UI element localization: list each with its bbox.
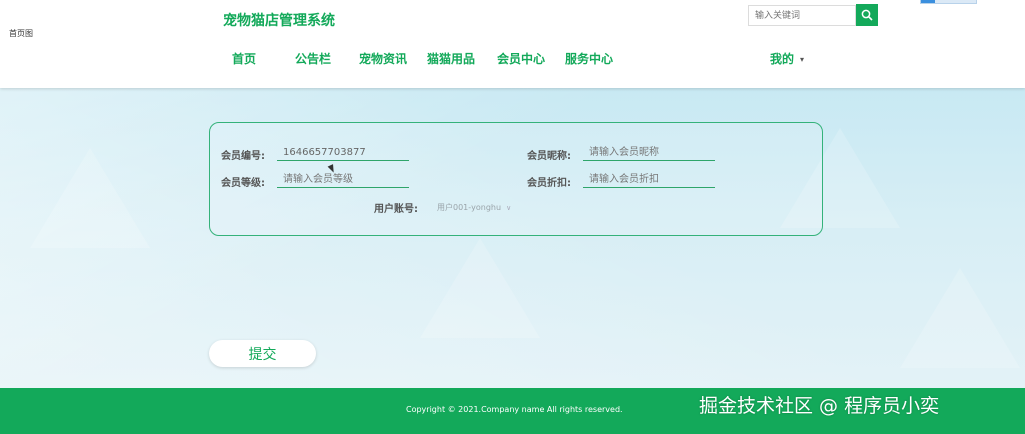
user-account-label: 用户账号: <box>374 204 418 215</box>
tab-highlight <box>921 0 935 3</box>
main-content: 会员编号: 会员昵称: 会员等级: 会员折扣: 用户账号: 用户001-yong… <box>0 88 1025 388</box>
member-level-field[interactable] <box>277 172 409 188</box>
footer: Copyright © 2021.Company name All rights… <box>0 388 1025 434</box>
my-menu[interactable]: 我的 ▾ <box>770 50 804 67</box>
site-title: 宠物猫店管理系统 <box>223 13 335 29</box>
search-button[interactable] <box>856 4 878 26</box>
nav-member-center[interactable]: 会员中心 <box>497 50 545 67</box>
member-discount-field[interactable] <box>583 172 715 188</box>
user-account-select[interactable]: 用户001-yonghu ∨ <box>437 202 511 213</box>
member-discount-label: 会员折扣: <box>527 178 571 189</box>
search-input[interactable] <box>748 5 856 26</box>
background-decoration <box>30 148 150 248</box>
member-form: 会员编号: 会员昵称: 会员等级: 会员折扣: 用户账号: 用户001-yong… <box>209 122 823 236</box>
submit-button[interactable]: 提交 <box>209 340 316 367</box>
member-no-label: 会员编号: <box>221 151 265 162</box>
header: 首页图 宠物猫店管理系统 首页 公告栏 宠物资讯 猫猫用品 会员中心 服务中心 … <box>0 0 1025 88</box>
top-right-tab[interactable] <box>920 0 977 4</box>
chevron-down-icon: ∨ <box>506 204 512 212</box>
logo-image: 首页图 <box>9 29 33 38</box>
copyright-text: Copyright © 2021.Company name All rights… <box>406 405 623 414</box>
background-decoration <box>420 238 540 338</box>
nav-cat-supplies[interactable]: 猫猫用品 <box>427 50 475 67</box>
background-decoration <box>900 268 1020 368</box>
member-nick-label: 会员昵称: <box>527 151 571 162</box>
nav-pet-news[interactable]: 宠物资讯 <box>359 50 407 67</box>
nav-home[interactable]: 首页 <box>232 50 256 67</box>
chevron-down-icon: ▾ <box>800 55 805 64</box>
watermark-text: 掘金技术社区 @ 程序员小奕 <box>699 395 940 417</box>
user-account-selected: 用户001-yonghu <box>437 203 502 212</box>
nav-service-center[interactable]: 服务中心 <box>565 50 613 67</box>
member-nick-field[interactable] <box>583 145 715 161</box>
member-no-field[interactable] <box>277 145 409 161</box>
member-level-label: 会员等级: <box>221 178 265 189</box>
search-icon <box>861 9 873 21</box>
nav-notice-board[interactable]: 公告栏 <box>295 50 331 67</box>
my-menu-label: 我的 <box>770 52 795 66</box>
